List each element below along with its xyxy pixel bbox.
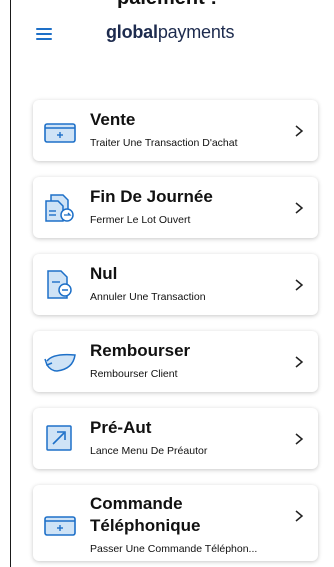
- menu-item-subtitle: Passer Une Commande Téléphon...: [90, 543, 258, 555]
- left-divider: [10, 0, 11, 567]
- void-document-icon: [47, 270, 72, 299]
- chevron-right-icon: [295, 433, 304, 445]
- menu-item-subtitle: Fermer Le Lot Ouvert: [90, 214, 191, 226]
- menu-item-vente[interactable]: Vente Traiter Une Transaction D'achat: [33, 100, 318, 161]
- menu-item-pre-aut[interactable]: Pré-Aut Lance Menu De Préautor: [33, 408, 318, 469]
- menu-item-nul[interactable]: Nul Annuler Une Transaction: [33, 254, 318, 315]
- app-header: globalpayments: [0, 18, 334, 52]
- chevron-right-icon: [295, 125, 304, 137]
- chevron-right-icon: [295, 510, 304, 522]
- menu-item-title: Fin De Journée: [90, 187, 213, 206]
- menu-item-title: Vente: [90, 110, 136, 129]
- batch-close-icon: [45, 194, 74, 222]
- menu-item-title: Commande Téléphonique: [90, 494, 201, 535]
- chevron-right-icon: [295, 356, 304, 368]
- menu-item-subtitle: Traiter Une Transaction D'achat: [90, 137, 238, 149]
- chevron-right-icon: [295, 202, 304, 214]
- chevron-right-icon: [295, 279, 304, 291]
- menu-item-rembourser[interactable]: Rembourser Rembourser Client: [33, 331, 318, 392]
- menu-item-title: Rembourser: [90, 341, 191, 360]
- menu-item-title: Nul: [90, 264, 118, 283]
- menu-item-commande-telephonique[interactable]: Commande Téléphonique Passer Une Command…: [33, 485, 318, 561]
- pre-auth-icon: [46, 425, 72, 451]
- card-icon: [44, 123, 76, 143]
- globalpayments-logo: globalpayments: [106, 22, 235, 42]
- hamburger-menu-icon[interactable]: [36, 28, 52, 40]
- menu-item-fin-de-journee[interactable]: Fin De Journée Fermer Le Lot Ouvert: [33, 177, 318, 238]
- menu-item-title: Pré-Aut: [90, 418, 152, 437]
- card-icon: [44, 516, 76, 536]
- menu-item-subtitle: Lance Menu De Préautor: [90, 445, 208, 457]
- menu-item-subtitle: Rembourser Client: [90, 368, 178, 380]
- refund-icon: [44, 353, 76, 372]
- page-heading-cutoff: paiement :: [0, 0, 334, 10]
- menu-item-subtitle: Annuler Une Transaction: [90, 291, 206, 303]
- transaction-menu: Vente Traiter Une Transaction D'achat Fi…: [33, 100, 318, 567]
